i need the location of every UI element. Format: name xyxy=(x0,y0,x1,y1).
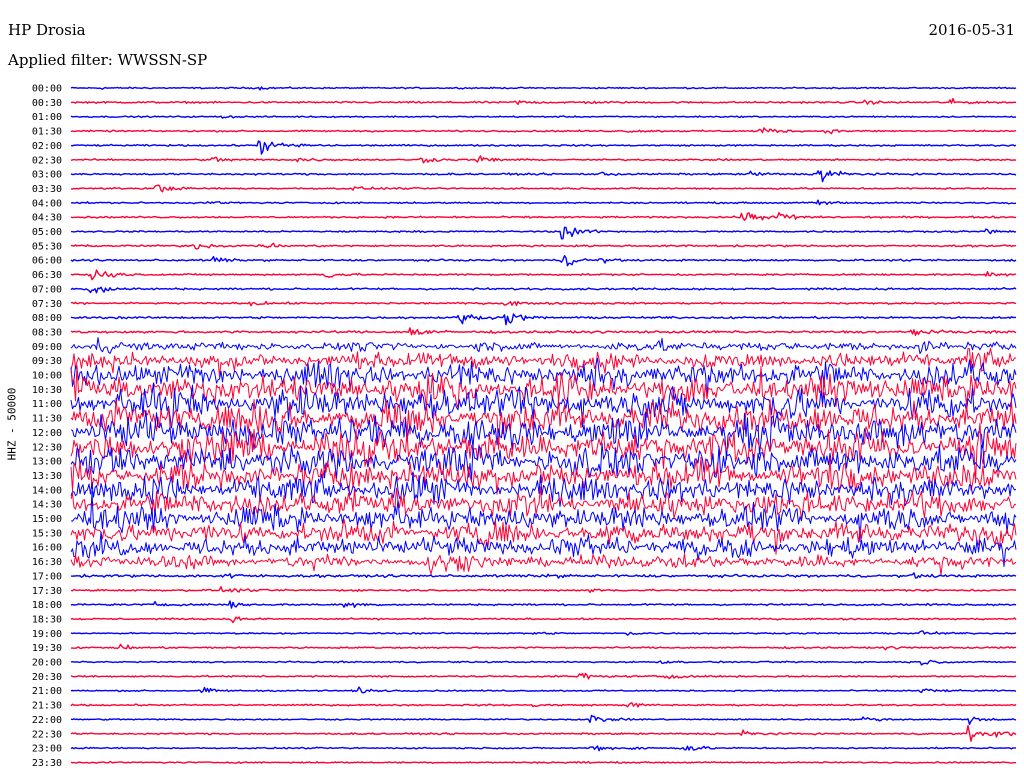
trace-line xyxy=(70,140,1017,155)
row-tick-label: 15:30 xyxy=(32,528,62,539)
trace-line xyxy=(70,714,1017,725)
row-tick-label: 10:00 xyxy=(32,371,62,382)
trace-line xyxy=(70,745,1017,752)
trace-line xyxy=(70,97,1017,105)
row-tick-label: 00:00 xyxy=(32,84,62,95)
row-tick-label: 21:30 xyxy=(32,701,62,712)
row-tick-label: 00:30 xyxy=(32,98,62,109)
trace-line xyxy=(70,255,1017,267)
trace-line xyxy=(70,327,1017,336)
row-tick-label: 08:30 xyxy=(32,327,62,338)
trace-line xyxy=(70,686,1017,694)
row-tick-label: 01:30 xyxy=(32,127,62,138)
trace-group xyxy=(70,86,1017,764)
row-tick-label: 02:30 xyxy=(32,155,62,166)
row-tick-label: 05:30 xyxy=(32,241,62,252)
row-tick-label: 08:00 xyxy=(32,313,62,324)
row-tick-label: 07:30 xyxy=(32,299,62,310)
trace-line xyxy=(71,643,1016,651)
row-tick-label: 03:00 xyxy=(32,170,62,181)
row-tick-label: 09:00 xyxy=(32,342,62,353)
row-tick-label: 04:30 xyxy=(32,213,62,224)
trace-line xyxy=(70,286,1017,294)
row-tick-label: 11:00 xyxy=(32,399,62,410)
row-tick-label: 23:30 xyxy=(32,758,62,769)
trace-line xyxy=(70,586,1016,594)
trace-line xyxy=(70,300,1017,307)
trace-line xyxy=(70,269,1017,281)
row-tick-label: 12:00 xyxy=(32,428,62,439)
row-tick-label: 06:30 xyxy=(32,270,62,281)
row-tick-label: 12:30 xyxy=(32,442,62,453)
row-tick-label: 19:00 xyxy=(32,629,62,640)
trace-line xyxy=(70,170,1017,183)
row-tick-label: 22:30 xyxy=(32,729,62,740)
trace-line xyxy=(70,724,1017,742)
row-tick-label: 17:00 xyxy=(32,571,62,582)
row-tick-label: 14:30 xyxy=(32,500,62,511)
trace-line xyxy=(70,702,1017,708)
trace-line xyxy=(70,313,1017,326)
row-tick-label: 17:30 xyxy=(32,586,62,597)
row-tick-label: 20:30 xyxy=(32,672,62,683)
trace-line xyxy=(70,184,1017,193)
row-tick-label: 18:00 xyxy=(32,600,62,611)
trace-line xyxy=(70,630,1017,636)
trace-line xyxy=(70,337,1017,355)
trace-line xyxy=(70,616,1017,624)
row-tick-label: 18:30 xyxy=(32,614,62,625)
row-tick-label: 13:00 xyxy=(32,457,62,468)
row-tick-label: 01:00 xyxy=(32,112,62,123)
row-tick-label: 16:30 xyxy=(32,557,62,568)
row-tick-label: 04:00 xyxy=(32,198,62,209)
trace-line xyxy=(70,347,1017,377)
helicorder-plot: 00:00 00:30 01:00 01:30 02:00 02:30 03:00 03:30… xyxy=(32,84,1017,769)
trace-line xyxy=(70,226,1017,240)
row-tick-label: 21:00 xyxy=(32,686,62,697)
row-tick-label: 16:00 xyxy=(32,543,62,554)
row-tick-label: 03:30 xyxy=(32,184,62,195)
trace-line xyxy=(70,115,1017,119)
tick-label-group: 00:00 00:30 01:00 01:30 02:00 02:30 03:00 03:30… xyxy=(32,84,62,769)
row-tick-label: 11:30 xyxy=(32,414,62,425)
trace-line xyxy=(70,553,1017,576)
trace-line xyxy=(70,155,1017,164)
trace-line xyxy=(70,672,1017,680)
row-tick-label: 14:00 xyxy=(32,485,62,496)
row-tick-label: 13:30 xyxy=(32,471,62,482)
row-tick-label: 07:00 xyxy=(32,284,62,295)
trace-line xyxy=(70,760,1016,764)
row-tick-label: 20:00 xyxy=(32,658,62,669)
trace-line xyxy=(70,659,1017,666)
row-tick-label: 06:00 xyxy=(32,256,62,267)
row-tick-label: 10:30 xyxy=(32,385,62,396)
row-tick-label: 22:00 xyxy=(32,715,62,726)
trace-line xyxy=(70,572,1017,579)
trace-line xyxy=(70,199,1017,206)
trace-line xyxy=(70,127,1017,135)
row-tick-label: 15:00 xyxy=(32,514,62,525)
row-tick-label: 23:00 xyxy=(32,744,62,755)
row-tick-label: 05:00 xyxy=(32,227,62,238)
row-tick-label: 02:00 xyxy=(32,141,62,152)
row-tick-label: 09:30 xyxy=(32,356,62,367)
trace-line xyxy=(70,242,1017,250)
trace-line xyxy=(70,86,1017,91)
row-tick-label: 19:30 xyxy=(32,643,62,654)
trace-line xyxy=(70,211,1017,221)
trace-line xyxy=(70,600,1017,609)
